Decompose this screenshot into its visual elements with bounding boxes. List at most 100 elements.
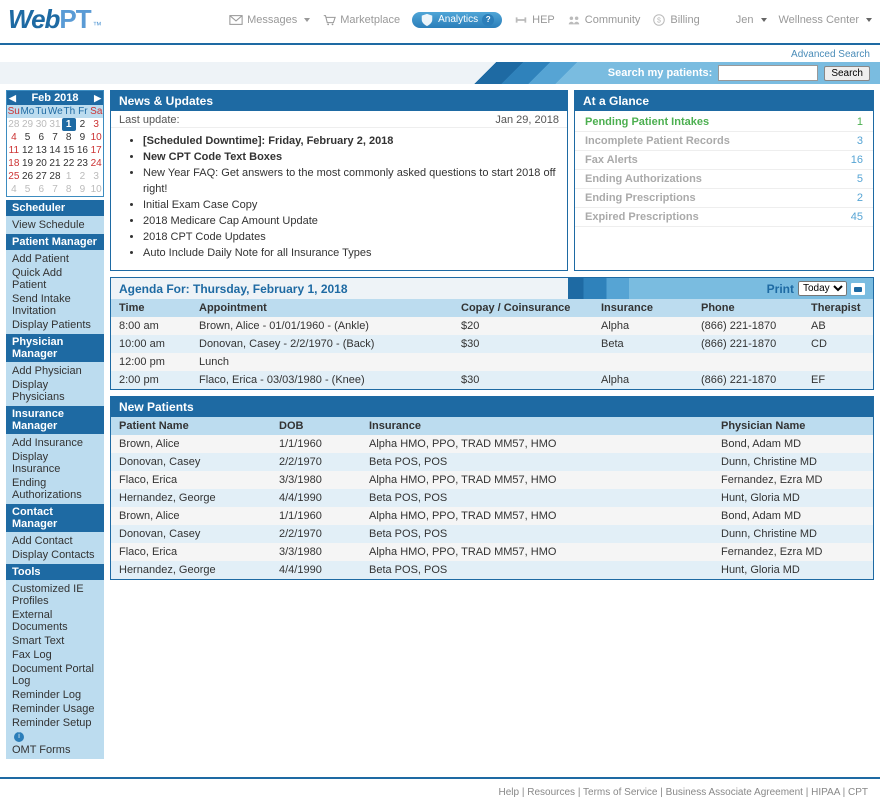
sidebar-item[interactable]: OMT Forms: [12, 743, 98, 757]
footer-link[interactable]: HIPAA: [811, 787, 840, 798]
cal-day[interactable]: 18: [7, 157, 21, 170]
sidebar-item[interactable]: Reminder Log: [12, 688, 98, 702]
sidebar-item[interactable]: Ending Authorizations: [12, 476, 98, 502]
table-row[interactable]: Donovan, Casey2/2/1970Beta POS, POSDunn,…: [111, 453, 873, 471]
cal-day[interactable]: 5: [21, 183, 35, 196]
sidebar-item[interactable]: Display Patients: [12, 318, 98, 332]
table-row[interactable]: Donovan, Casey2/2/1970Beta POS, POSDunn,…: [111, 525, 873, 543]
sidebar-item[interactable]: Add Physician: [12, 364, 98, 378]
cal-day[interactable]: 30: [34, 118, 48, 131]
sidebar-item[interactable]: Display Contacts: [12, 548, 98, 562]
at-glance-row[interactable]: Pending Patient Intakes1: [575, 113, 873, 132]
cal-day[interactable]: 8: [62, 183, 76, 196]
nav-community[interactable]: Community: [567, 13, 641, 27]
cal-day[interactable]: 13: [34, 144, 48, 157]
at-glance-row[interactable]: Expired Prescriptions45: [575, 208, 873, 227]
cal-next-button[interactable]: ▶: [94, 93, 101, 104]
sidebar-item[interactable]: Quick Add Patient: [12, 266, 98, 292]
sidebar-item[interactable]: Reminder Setupi: [12, 716, 98, 743]
cal-day[interactable]: 7: [48, 131, 62, 144]
cal-day[interactable]: 8: [62, 131, 76, 144]
cal-day[interactable]: 3: [89, 170, 103, 183]
cal-day[interactable]: 17: [89, 144, 103, 157]
cal-day[interactable]: 16: [76, 144, 90, 157]
cal-day[interactable]: 10: [89, 183, 103, 196]
cal-day[interactable]: 2: [76, 170, 90, 183]
table-row[interactable]: Brown, Alice1/1/1960Alpha HMO, PPO, TRAD…: [111, 507, 873, 525]
sidebar-item[interactable]: Add Contact: [12, 534, 98, 548]
agenda-view-select[interactable]: Today: [798, 281, 847, 296]
sidebar-item[interactable]: Add Insurance: [12, 436, 98, 450]
logo[interactable]: WebPT™: [8, 4, 101, 35]
cal-day[interactable]: 6: [34, 183, 48, 196]
table-row[interactable]: Hernandez, George4/4/1990Beta POS, POSHu…: [111, 561, 873, 579]
cal-day[interactable]: 4: [7, 183, 21, 196]
nav-billing[interactable]: $ Billing: [652, 13, 699, 27]
news-item[interactable]: 2018 CPT Code Updates: [143, 230, 567, 246]
table-row[interactable]: Flaco, Erica3/3/1980Alpha HMO, PPO, TRAD…: [111, 471, 873, 489]
cal-day[interactable]: 10: [89, 131, 103, 144]
table-row[interactable]: Hernandez, George4/4/1990Beta POS, POSHu…: [111, 489, 873, 507]
cal-day[interactable]: 31: [48, 118, 62, 131]
advanced-search-link[interactable]: Advanced Search: [791, 49, 870, 60]
news-item[interactable]: New CPT Code Text Boxes: [143, 150, 567, 166]
cal-day[interactable]: 22: [62, 157, 76, 170]
sidebar-item[interactable]: Customized IE Profiles: [12, 582, 98, 608]
nav-analytics[interactable]: Analytics ?: [412, 12, 502, 28]
table-row[interactable]: 2:00 pmFlaco, Erica - 03/03/1980 - (Knee…: [111, 371, 873, 389]
cal-day[interactable]: 24: [89, 157, 103, 170]
cal-day[interactable]: 9: [76, 131, 90, 144]
sidebar-item[interactable]: View Schedule: [12, 218, 98, 232]
news-item[interactable]: Initial Exam Case Copy: [143, 198, 567, 214]
sidebar-item[interactable]: External Documents: [12, 608, 98, 634]
sidebar-item[interactable]: Send Intake Invitation: [12, 292, 98, 318]
cal-prev-button[interactable]: ◀: [9, 93, 16, 104]
news-item[interactable]: New Year FAQ: Get answers to the most co…: [143, 166, 567, 198]
patient-search-input[interactable]: [718, 65, 818, 81]
print-icon[interactable]: [851, 283, 865, 295]
news-item[interactable]: [Scheduled Downtime]: Friday, February 2…: [143, 134, 567, 150]
at-glance-row[interactable]: Ending Authorizations5: [575, 170, 873, 189]
sidebar-item[interactable]: Fax Log: [12, 648, 98, 662]
cal-day[interactable]: 19: [21, 157, 35, 170]
at-glance-row[interactable]: Fax Alerts16: [575, 151, 873, 170]
cal-day[interactable]: 14: [48, 144, 62, 157]
sidebar-item[interactable]: Display Insurance: [12, 450, 98, 476]
cal-day[interactable]: 7: [48, 183, 62, 196]
at-glance-row[interactable]: Incomplete Patient Records3: [575, 132, 873, 151]
cal-day[interactable]: 25: [7, 170, 21, 183]
at-glance-row[interactable]: Ending Prescriptions2: [575, 189, 873, 208]
cal-day[interactable]: 27: [34, 170, 48, 183]
news-item[interactable]: Saving and Searching by Single Character…: [143, 262, 567, 265]
cal-day[interactable]: 26: [21, 170, 35, 183]
cal-day[interactable]: 1: [62, 118, 76, 131]
sidebar-item[interactable]: Smart Text: [12, 634, 98, 648]
cal-day[interactable]: 4: [7, 131, 21, 144]
cal-day[interactable]: 28: [48, 170, 62, 183]
footer-link[interactable]: CPT: [848, 787, 868, 798]
nav-hep[interactable]: HEP: [514, 13, 555, 27]
sidebar-item[interactable]: Add Patient: [12, 252, 98, 266]
footer-link[interactable]: Terms of Service: [583, 787, 657, 798]
cal-day[interactable]: 2: [76, 118, 90, 131]
cal-day[interactable]: 20: [34, 157, 48, 170]
cal-day[interactable]: 9: [76, 183, 90, 196]
cal-day[interactable]: 6: [34, 131, 48, 144]
footer-link[interactable]: Resources: [527, 787, 575, 798]
nav-messages[interactable]: Messages: [229, 13, 310, 27]
cal-day[interactable]: 12: [21, 144, 35, 157]
cal-day[interactable]: 23: [76, 157, 90, 170]
table-row[interactable]: Brown, Alice1/1/1960Alpha HMO, PPO, TRAD…: [111, 435, 873, 453]
sidebar-item[interactable]: Document Portal Log: [12, 662, 98, 688]
cal-day[interactable]: 5: [21, 131, 35, 144]
cal-day[interactable]: 3: [89, 118, 103, 131]
cal-day[interactable]: 21: [48, 157, 62, 170]
sidebar-item[interactable]: Reminder Usage: [12, 702, 98, 716]
sidebar-item[interactable]: Display Physicians: [12, 378, 98, 404]
news-item[interactable]: 2018 Medicare Cap Amount Update: [143, 214, 567, 230]
footer-link[interactable]: Business Associate Agreement: [666, 787, 803, 798]
nav-user[interactable]: Jen: [736, 14, 767, 26]
cal-day[interactable]: 29: [21, 118, 35, 131]
nav-clinic[interactable]: Wellness Center: [779, 14, 873, 26]
nav-marketplace[interactable]: Marketplace: [322, 13, 400, 27]
